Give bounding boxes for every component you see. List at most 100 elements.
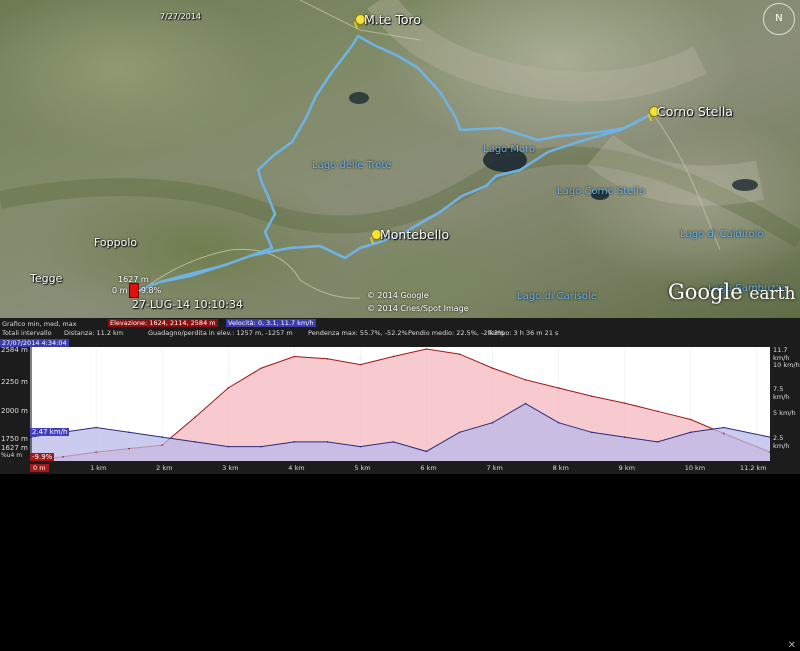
x-axis-tick: 3 km xyxy=(222,464,239,472)
elevation-point xyxy=(161,444,163,446)
x-axis-tick: 6 km xyxy=(420,464,437,472)
elevation-point xyxy=(326,358,329,360)
y-unit-small: %u4 m xyxy=(1,452,23,459)
elevation-point xyxy=(359,363,362,366)
time-stat: Tempo: 3 h 36 m 21 s xyxy=(488,329,559,337)
elevation-stats[interactable]: Elevazione: 1624, 2114, 2584 m xyxy=(108,319,218,327)
cursor-elevation: 1627 m xyxy=(118,275,149,284)
speed-point xyxy=(293,441,296,443)
cursor-timestamp: 27-LUG-14 10:10:34 xyxy=(132,298,243,311)
elevation-point xyxy=(656,410,659,413)
y-left-tick: 1750 m xyxy=(1,435,28,443)
google-earth-logo: Google earth xyxy=(668,280,796,304)
lake-label: Lago Corno Stella xyxy=(557,186,646,197)
elevation-point xyxy=(227,387,230,389)
speed-point xyxy=(359,445,362,448)
elevation-point xyxy=(722,432,725,435)
cursor-elev-left: 1627 m xyxy=(1,444,28,452)
placemark-mte-toro[interactable]: M.te Toro xyxy=(364,12,421,27)
map-view[interactable]: 7/27/2014 M.te Toro Corno Stella Montebe… xyxy=(0,0,800,318)
speed-point xyxy=(326,441,329,443)
elevation-point xyxy=(95,451,97,453)
compass-icon[interactable]: N xyxy=(763,3,795,35)
y-right-tick: 10 km/h xyxy=(773,361,800,369)
speed-point xyxy=(524,402,527,405)
x-axis-tick: 9 km xyxy=(618,464,635,472)
close-button[interactable]: ✕ xyxy=(788,640,796,651)
cursor-slope: -9.8% xyxy=(138,286,162,295)
elevation-point xyxy=(590,395,593,397)
x-axis-tick: 4 km xyxy=(288,464,305,472)
cursor-speed-tag: 2.47 km/h xyxy=(30,428,70,436)
cursor-slope-tag: -9.9% xyxy=(30,453,55,461)
map-date: 7/27/2014 xyxy=(160,12,202,21)
x-axis-tick: 7 km xyxy=(486,464,503,472)
x-axis-tick: 2 km xyxy=(156,464,173,472)
x-axis-tick: 8 km xyxy=(552,464,569,472)
chart-svg[interactable] xyxy=(29,347,771,462)
slope-max-stat: Pendenza max: 55.7%, -52.2% xyxy=(308,329,408,337)
speed-point xyxy=(491,421,494,424)
speed-point xyxy=(557,421,560,424)
placemark-corno-stella[interactable]: Corno Stella xyxy=(657,104,733,119)
y-left-tick: 2250 m xyxy=(1,378,28,386)
speed-point xyxy=(458,431,461,434)
copyright-cnes: © 2014 Cnes/Spot Image xyxy=(367,304,469,313)
elevation-point xyxy=(425,348,428,350)
y-left-tick: 2584 m xyxy=(1,346,28,354)
speed-point xyxy=(689,431,692,434)
x-axis-tick: 10 km xyxy=(684,464,706,472)
y-right-tick: 2.5 km/h xyxy=(773,434,790,450)
elevation-chart[interactable] xyxy=(29,347,771,462)
elevation-point xyxy=(557,387,560,389)
elevation-point xyxy=(689,418,692,421)
elevation-point xyxy=(524,379,527,381)
speed-stats[interactable]: Velocità: 0, 3.1, 11.7 km/h xyxy=(226,319,316,327)
y-right-tick: 11.7 km/h xyxy=(773,346,790,362)
distance-stat: Distanza: 11.2 km xyxy=(64,329,124,337)
speed-point xyxy=(656,441,659,443)
speed-point xyxy=(623,436,626,438)
elevation-point xyxy=(260,367,263,369)
elevation-point xyxy=(491,367,494,369)
totals-label: Totali intervallo xyxy=(2,329,52,337)
speed-point xyxy=(590,431,593,434)
pushpin-icon[interactable] xyxy=(369,229,382,244)
lake-label: Lago di Caldirolo xyxy=(680,229,764,240)
elevation-point xyxy=(194,416,196,418)
elevation-point xyxy=(293,355,296,358)
speed-point xyxy=(161,436,163,438)
placemark-montebello[interactable]: Montebello xyxy=(380,227,449,242)
speed-point xyxy=(392,441,395,443)
elevation-point xyxy=(128,447,130,450)
y-right-tick: 5 km/h xyxy=(773,409,796,417)
y-right-tick: 7.5 km/h xyxy=(773,385,790,401)
speed-point xyxy=(95,426,97,429)
place-tegge: Tegge xyxy=(30,272,63,285)
x-axis-tick: 0 m xyxy=(30,464,49,472)
elevation-point xyxy=(392,355,395,358)
place-foppolo: Foppolo xyxy=(94,236,138,249)
lake-label: Lago Moro xyxy=(483,144,536,155)
elevation-point xyxy=(62,456,64,458)
x-axis-tick: 5 km xyxy=(354,464,371,472)
speed-point xyxy=(194,441,196,443)
pushpin-icon[interactable] xyxy=(353,14,366,29)
x-axis-tick: 11.2 km xyxy=(740,464,767,472)
speed-point xyxy=(128,431,130,434)
cursor-distance: 0 m xyxy=(112,286,128,295)
lake-label: Lago delle Trote xyxy=(312,160,392,171)
graph-label: Grafico min, med, max xyxy=(2,320,77,328)
lake-label: Lago di Carisole xyxy=(517,291,597,302)
map-overlay xyxy=(0,0,800,299)
speed-point xyxy=(227,445,230,448)
gain-loss-stat: Guadagno/perdita in elev.: 1257 m, -1257… xyxy=(148,329,293,337)
x-axis-tick: 1 km xyxy=(90,464,107,472)
speed-point xyxy=(425,450,428,453)
speed-point xyxy=(722,426,725,429)
elevation-point xyxy=(623,402,626,404)
copyright-google: © 2014 Google xyxy=(367,291,429,300)
speed-point xyxy=(260,445,263,448)
elevation-point xyxy=(458,353,461,355)
y-left-tick: 2000 m xyxy=(1,407,28,415)
